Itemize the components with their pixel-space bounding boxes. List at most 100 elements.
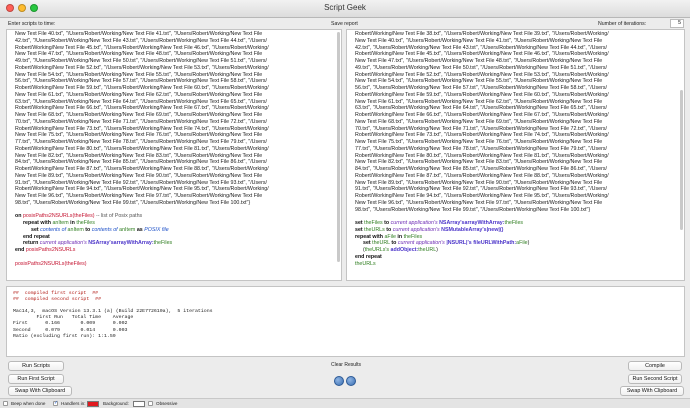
second-script-editor[interactable]: Robert/Working/New Text File 38.txt", "/… (346, 29, 685, 281)
code-class: POSIX file (144, 226, 169, 233)
code-class: NSArray's (88, 240, 114, 247)
code-variable: anItem (52, 220, 69, 226)
code-variable: aFile (384, 233, 396, 240)
second-script-line: 98.txt", "/Users/Robert/Working/New Text… (355, 206, 591, 213)
second-script-text[interactable]: Robert/Working/New Text File 38.txt", "/… (347, 30, 684, 267)
swap-first-clipboard-button[interactable]: Swap With Clipboard (8, 386, 72, 396)
code-keyword: set (31, 226, 39, 233)
code-method: arrayWithArray: (464, 220, 505, 226)
code-keyword: in (397, 233, 403, 240)
handler-color-swatch[interactable] (87, 401, 99, 407)
results-panel[interactable]: ## compiled first script ## ## compiled … (6, 286, 685, 357)
beep-checkbox[interactable] (3, 401, 8, 406)
run-first-script-button[interactable]: Run First Script (8, 374, 64, 384)
code-app: current application's (390, 220, 438, 226)
code-method: arrayWithArray: (113, 240, 154, 247)
code-keyword: to (384, 220, 390, 226)
code-keyword: end repeat (355, 253, 382, 260)
clear-results-button[interactable]: Clear Results (331, 362, 361, 368)
first-script-text[interactable]: New Text File 40.txt", "/Users/Robert/Wo… (7, 30, 341, 267)
code-variable: theFiles (76, 220, 95, 226)
iterations-field[interactable]: 5 (670, 19, 684, 28)
second-script-line: 77.txt", "/Users/Robert/Working/New Text… (355, 145, 607, 152)
first-script-editor[interactable]: New Text File 40.txt", "/Users/Robert/Wo… (6, 29, 342, 281)
code-variable: theURL (372, 240, 390, 247)
code-variable: theFiles (153, 240, 173, 247)
second-script-line: New Text File 61.txt", "/Users/Robert/Wo… (355, 98, 603, 105)
first-script-line: New Text File 96.txt", "/Users/Robert/Wo… (15, 193, 263, 199)
code-app: current application's (392, 226, 440, 233)
swap-right-icon[interactable] (346, 376, 356, 386)
code-class: NSArray's (439, 220, 465, 226)
code-keyword: set (363, 240, 371, 247)
run-second-script-button[interactable]: Run Second Script (628, 374, 682, 384)
save-report-button[interactable]: Save report (331, 21, 358, 27)
second-script-line: Robert/Working/New Text File 94.txt", "/… (355, 193, 609, 199)
second-script-line: New Text File 75.txt", "/Users/Robert/Wo… (355, 139, 603, 145)
second-script-line: 70.txt", "/Users/Robert/Working/New Text… (355, 125, 607, 132)
code-keyword: end repeat (23, 233, 50, 240)
code-keyword: repeat with (355, 233, 383, 240)
code-property: contents of (91, 226, 118, 233)
code-keyword: to (386, 226, 392, 233)
iterations-label: Number of iterations: (598, 21, 647, 27)
second-script-line: New Text File 82.txt", "/Users/Robert/Wo… (355, 159, 603, 166)
run-scripts-button[interactable]: Run Scripts (8, 361, 64, 371)
second-script-line: New Text File 47.txt", "/Users/Robert/Wo… (355, 58, 603, 64)
code-handler: posixPaths2NSURLs (22, 213, 73, 220)
first-script-line: New Text File 75.txt", "/Users/Robert/Wo… (15, 132, 263, 139)
second-script-line: 63.txt", "/Users/Robert/Working/New Text… (355, 105, 607, 112)
second-script-line: New Text File 40.txt", "/Users/Robert/Wo… (355, 37, 603, 44)
second-script-line: Robert/Working/New Text File 38.txt", "/… (355, 31, 609, 37)
background-color-swatch[interactable] (133, 401, 145, 407)
first-editor-scrollbar[interactable] (337, 32, 340, 262)
handlers-checkbox[interactable] (53, 400, 58, 406)
code-method: addObject: (390, 247, 419, 253)
title-bar: Script Geek (0, 0, 690, 18)
first-script-line: Robert/Working/New Text File 45.txt", "/… (15, 44, 269, 51)
second-script-line: Robert/Working/New Text File 73.txt", "/… (355, 132, 609, 139)
swap-left-icon[interactable] (334, 376, 344, 386)
second-script-line: 49.txt", "/Users/Robert/Working/New Text… (355, 64, 607, 71)
second-script-line: Robert/Working/New Text File 87.txt", "/… (355, 172, 609, 179)
code-keyword: set (355, 226, 363, 233)
first-script-line: 84.txt", "/Users/Robert/Working/New Text… (15, 159, 267, 166)
first-script-line: Robert/Working/New Text File 87.txt", "/… (15, 166, 269, 172)
second-script-line: Robert/Working/New Text File 59.txt", "/… (355, 91, 609, 98)
first-script-line: New Text File 54.txt", "/Users/Robert/Wo… (15, 71, 263, 78)
code-keyword: in (70, 220, 75, 226)
code-class: NSMutableArray's (441, 226, 487, 233)
first-script-line: New Text File 89.txt", "/Users/Robert/Wo… (15, 172, 263, 179)
code-keyword: repeat with (23, 220, 51, 226)
code-param: (theFiles) (64, 260, 87, 267)
code-property: contents of (40, 226, 67, 233)
second-script-line: New Text File 54.txt", "/Users/Robert/Wo… (355, 78, 603, 85)
second-script-line: 84.txt", "/Users/Robert/Working/New Text… (355, 166, 607, 172)
code-variable: theURLs (355, 260, 376, 267)
code-variable: anItem (119, 226, 136, 233)
obsessive-checkbox[interactable] (148, 401, 153, 406)
code-variable: theFiles (504, 220, 524, 226)
second-script-line: Robert/Working/New Text File 80.txt", "/… (355, 152, 609, 159)
first-script-line: 77.txt", "/Users/Robert/Working/New Text… (15, 139, 267, 145)
code-keyword: as (136, 226, 143, 233)
first-script-line: Robert/Working/New Text File 73.txt", "/… (15, 125, 269, 132)
swap-second-clipboard-button[interactable]: Swap With Clipboard (620, 386, 684, 396)
code-variable: theURLs's (364, 247, 390, 253)
code-param: (theFiles) (72, 213, 95, 220)
second-editor-scrollbar[interactable] (680, 90, 683, 230)
compile-button[interactable]: Compile (628, 361, 682, 371)
first-script-line: 49.txt", "/Users/Robert/Working/New Text… (15, 58, 267, 64)
first-script-line: New Text File 47.txt", "/Users/Robert/Wo… (15, 51, 263, 58)
first-script-line: 91.txt", "/Users/Robert/Working/New Text… (15, 179, 267, 186)
code-variable: theURL (418, 247, 437, 253)
first-script-line: Robert/Working/New Text File 80.txt", "/… (15, 145, 269, 152)
window-title: Script Geek (324, 3, 366, 12)
first-script-line: 70.txt", "/Users/Robert/Working/New Text… (15, 118, 267, 125)
first-script-line: New Text File 40.txt", "/Users/Robert/Wo… (15, 31, 263, 37)
code-class: |NSURL|'s (446, 240, 472, 247)
first-script-line: New Text File 68.txt", "/Users/Robert/Wo… (15, 112, 263, 118)
second-script-line: Robert/Working/New Text File 52.txt", "/… (355, 71, 609, 78)
code-keyword: to (391, 240, 397, 247)
first-script-line: 56.txt", "/Users/Robert/Working/New Text… (15, 78, 267, 85)
